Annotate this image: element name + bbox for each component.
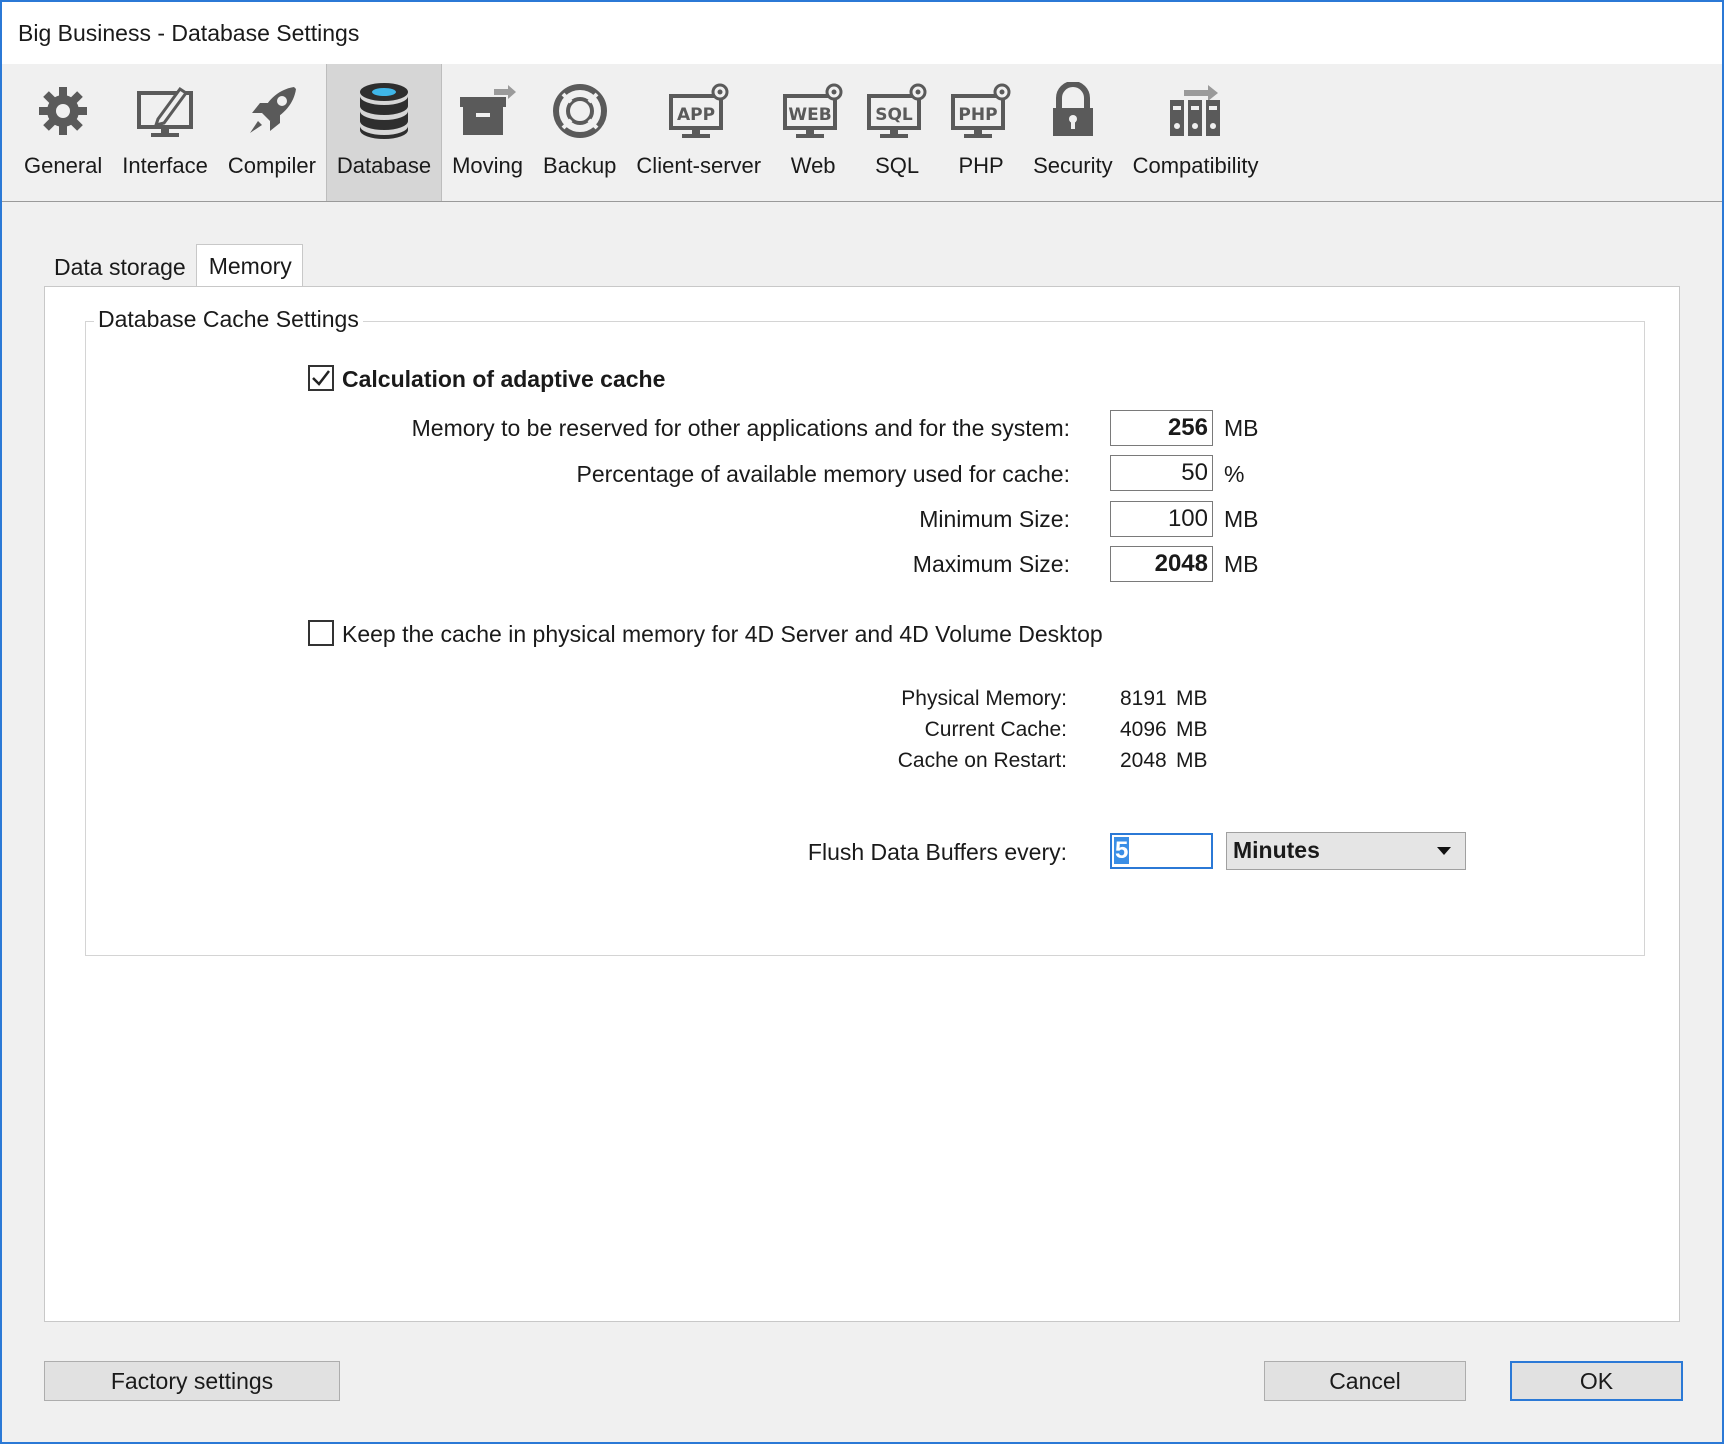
cache-on-restart-unit: MB — [1176, 749, 1208, 772]
chevron-down-icon — [1437, 847, 1451, 855]
toolbar-database[interactable]: Database — [325, 64, 443, 201]
cache-on-restart-label: Cache on Restart: — [897, 749, 1067, 772]
factory-settings-button[interactable]: Factory settings — [44, 1361, 340, 1401]
toolbar-label: Web — [790, 153, 836, 178]
box-arrow-icon — [456, 79, 520, 143]
content-area: Data storage Memory Database Cache Setti… — [2, 203, 1722, 1442]
percentage-label: Percentage of available memory used for … — [576, 461, 1071, 487]
sql-server-icon: SQL — [865, 79, 929, 143]
flush-interval-value: 5 — [1114, 837, 1130, 864]
padlock-icon — [1041, 79, 1105, 143]
web-server-icon: WEB — [781, 79, 845, 143]
reserved-memory-field[interactable]: 256 — [1110, 410, 1213, 446]
minimum-size-field[interactable]: 100 — [1110, 501, 1213, 537]
toolbar-label: Moving — [452, 153, 524, 178]
tab-bar: Data storage Memory — [42, 243, 303, 288]
ok-button[interactable]: OK — [1510, 1361, 1683, 1401]
toolbar-label: Compiler — [227, 153, 316, 178]
cache-on-restart-value: 2048 — [1120, 749, 1167, 772]
toolbar-web[interactable]: WEB Web — [771, 64, 855, 201]
minimum-size-unit: MB — [1224, 506, 1259, 532]
svg-text:WEB: WEB — [788, 105, 831, 125]
checkmark-icon — [312, 370, 330, 386]
monitor-pen-icon — [133, 79, 197, 143]
keep-physical-checkbox[interactable] — [308, 620, 334, 646]
toolbar-label: General — [24, 153, 103, 178]
toolbar-compatibility[interactable]: Compatibility — [1123, 64, 1269, 201]
physical-memory-value: 8191 — [1120, 687, 1167, 710]
database-icon — [352, 79, 416, 143]
toolbar-label: SQL — [875, 153, 920, 178]
reserved-memory-label: Memory to be reserved for other applicat… — [411, 415, 1070, 441]
toolbar-label: Backup — [543, 153, 617, 178]
settings-toolbar: General Interface Compiler Database Movi… — [2, 64, 1722, 202]
toolbar-label: Security — [1033, 153, 1113, 178]
current-cache-value: 4096 — [1120, 718, 1167, 741]
tab-memory[interactable]: Memory — [195, 244, 303, 288]
settings-window: Big Business - Database Settings General… — [0, 0, 1724, 1444]
cancel-button[interactable]: Cancel — [1264, 1361, 1466, 1401]
svg-text:PHP: PHP — [959, 105, 998, 125]
php-server-icon: PHP — [949, 79, 1013, 143]
toolbar-php[interactable]: PHP PHP — [939, 64, 1023, 201]
svg-text:APP: APP — [677, 105, 715, 125]
gear-icon — [31, 79, 95, 143]
rocket-icon — [240, 79, 304, 143]
toolbar-compiler[interactable]: Compiler — [218, 64, 326, 201]
toolbar-label: Client-server — [636, 153, 762, 178]
percentage-field[interactable]: 50 — [1110, 455, 1213, 491]
toolbar-interface[interactable]: Interface — [112, 64, 218, 201]
percentage-unit: % — [1224, 461, 1245, 487]
cache-settings-group: Database Cache Settings Calculation of a… — [85, 306, 1645, 956]
group-title: Database Cache Settings — [94, 306, 363, 333]
maximum-size-label: Maximum Size: — [912, 551, 1070, 577]
toolbar-backup[interactable]: Backup — [533, 64, 626, 201]
app-server-icon: APP — [667, 79, 731, 143]
flush-buffers-label: Flush Data Buffers every: — [807, 839, 1067, 865]
lifebuoy-icon — [548, 79, 612, 143]
toolbar-security[interactable]: Security — [1023, 64, 1122, 201]
maximum-size-field[interactable]: 2048 — [1110, 546, 1213, 582]
physical-memory-unit: MB — [1176, 687, 1208, 710]
toolbar-label: Database — [336, 153, 432, 178]
adaptive-cache-checkbox[interactable] — [308, 365, 334, 391]
adaptive-cache-label: Calculation of adaptive cache — [342, 366, 666, 392]
tab-data-storage[interactable]: Data storage — [42, 248, 196, 287]
window-title: Big Business - Database Settings — [18, 19, 360, 46]
flush-interval-field[interactable]: 5 — [1110, 833, 1213, 869]
toolbar-sql[interactable]: SQL SQL — [855, 64, 939, 201]
current-cache-label: Current Cache: — [924, 718, 1067, 741]
flush-unit-dropdown[interactable]: Minutes — [1226, 832, 1466, 870]
toolbar-label: Compatibility — [1132, 153, 1259, 178]
toolbar-label: Interface — [122, 153, 208, 178]
toolbar-client-server[interactable]: APP Client-server — [626, 64, 771, 201]
current-cache-unit: MB — [1176, 718, 1208, 741]
flush-unit-selected: Minutes — [1233, 837, 1320, 863]
maximum-size-unit: MB — [1224, 551, 1259, 577]
keep-physical-label: Keep the cache in physical memory for 4D… — [342, 621, 1103, 647]
compatibility-icon — [1164, 79, 1228, 143]
memory-panel: Database Cache Settings Calculation of a… — [44, 286, 1680, 1322]
reserved-memory-unit: MB — [1224, 415, 1259, 441]
toolbar-moving[interactable]: Moving — [442, 64, 533, 201]
svg-text:SQL: SQL — [875, 105, 913, 125]
toolbar-label: PHP — [958, 153, 1004, 178]
toolbar-general[interactable]: General — [14, 64, 112, 201]
physical-memory-label: Physical Memory: — [901, 687, 1067, 710]
minimum-size-label: Minimum Size: — [919, 506, 1070, 532]
title-bar: Big Business - Database Settings — [2, 2, 1722, 64]
